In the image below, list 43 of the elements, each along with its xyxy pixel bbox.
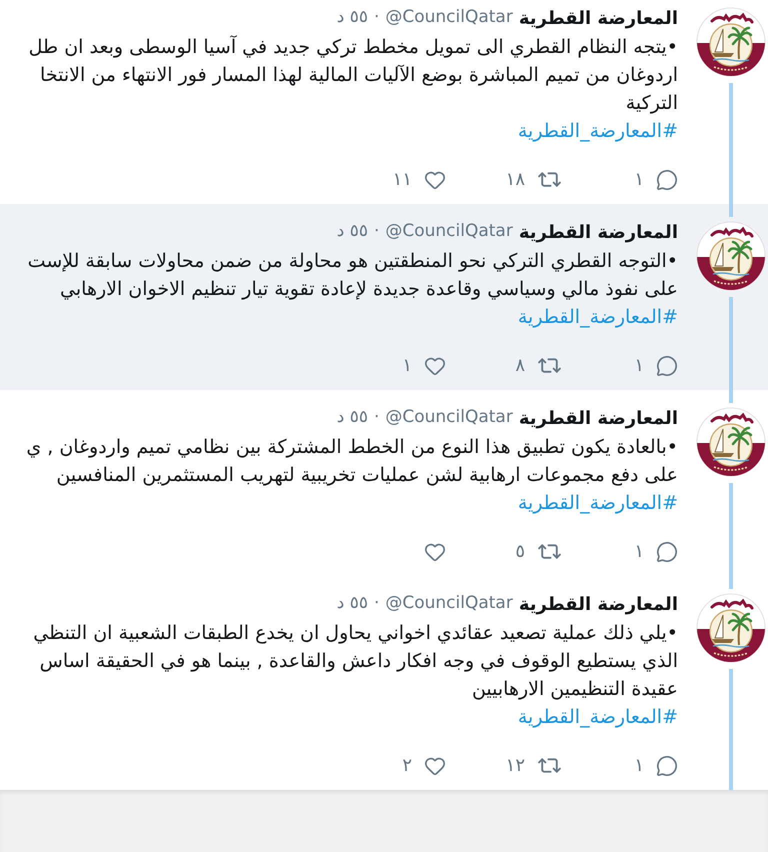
separator-dot: · [374, 220, 380, 244]
tweet-time[interactable]: ٥٥ د [336, 405, 368, 431]
reply-button[interactable]: ١ [634, 353, 678, 378]
hashtag-link[interactable]: #المعارضة_القطرية [518, 489, 678, 517]
avatar-emblem-icon[interactable] [696, 7, 766, 77]
author-name[interactable]: المعارضة القطرية [518, 4, 678, 32]
like-button[interactable]: ١١ [392, 167, 446, 192]
author-name[interactable]: المعارضة القطرية [518, 590, 678, 618]
reply-icon [656, 540, 678, 562]
author-name[interactable]: المعارضة القطرية [518, 404, 678, 432]
hashtag-link[interactable]: #المعارضة_القطرية [518, 303, 678, 331]
author-handle: @CouncilQatar [385, 6, 513, 30]
author-handle: @CouncilQatar [385, 406, 513, 430]
reply-button[interactable]: ١ [634, 167, 678, 192]
retweet-button[interactable]: ٥ [515, 539, 562, 564]
avatar-emblem-icon[interactable] [696, 407, 766, 477]
like-button[interactable]: ١ [402, 353, 446, 378]
reply-button[interactable]: ١ [634, 753, 678, 778]
hashtag-link[interactable]: #المعارضة_القطرية [518, 703, 678, 731]
author-handle: @CouncilQatar [385, 220, 513, 244]
tweet-text: •يتجه النظام القطري الى تمويل مخطط تركي جديد في آسيا الوسطى وبعد ان طل اردوغان من تميم المباشرة بوضع الآليات المالية لهذا المسار فور الانتهاء من الانتخا التركية [28, 34, 678, 116]
retweet-button[interactable]: ٨ [515, 353, 562, 378]
reply-button[interactable]: ١ [634, 539, 678, 564]
tweet-time[interactable]: ٥٥ د [336, 5, 368, 31]
reply-icon [656, 168, 678, 190]
retweet-button[interactable]: ١٨ [506, 167, 562, 192]
reply-icon [656, 354, 678, 376]
reply-icon [656, 754, 678, 776]
separator-dot: · [374, 6, 380, 30]
tweet-text: •يلي ذلك عملية تصعيد عقائدي اخواني يحاول ان يخدع الطبقات الشعبية ان التنظي الذي يستطيع الوقوف في وجه افكار داعش والقاعدة , بينما هو في الحقيقة اساس عقيدة التنظيمين الارهابيين [33, 621, 678, 702]
author-handle: @CouncilQatar [385, 592, 513, 616]
tweet-time[interactable]: ٥٥ د [336, 219, 368, 245]
tweet-text: •بالعادة يكون تطبيق هذا النوع من الخطط المشتركة بين نظامي تميم واردوغان , ي على دفع مجموعات ارهابية لشن عمليات تخريبية لتهريب المستثمرين المنافسين [26, 435, 678, 488]
tweet-time[interactable]: ٥٥ د [336, 591, 368, 617]
hashtag-link[interactable]: #المعارضة_القطرية [518, 117, 678, 145]
separator-dot: · [374, 406, 380, 430]
separator-dot: · [374, 592, 380, 616]
avatar-emblem-icon[interactable] [696, 221, 766, 291]
retweet-button[interactable]: ١٢ [506, 753, 562, 778]
like-button[interactable]: ٢ [402, 753, 446, 778]
author-name[interactable]: المعارضة القطرية [518, 218, 678, 246]
avatar-emblem-icon[interactable] [696, 593, 766, 663]
tweet-text: •التوجه القطري التركي نحو المنطقتين هو محاولة من ضمن محاولات سابقة للإست على نفوذ مالي وسياسي وقاعدة جديدة لإعادة تقوية تيار تنظيم الاخوان الارهابي [28, 249, 678, 302]
